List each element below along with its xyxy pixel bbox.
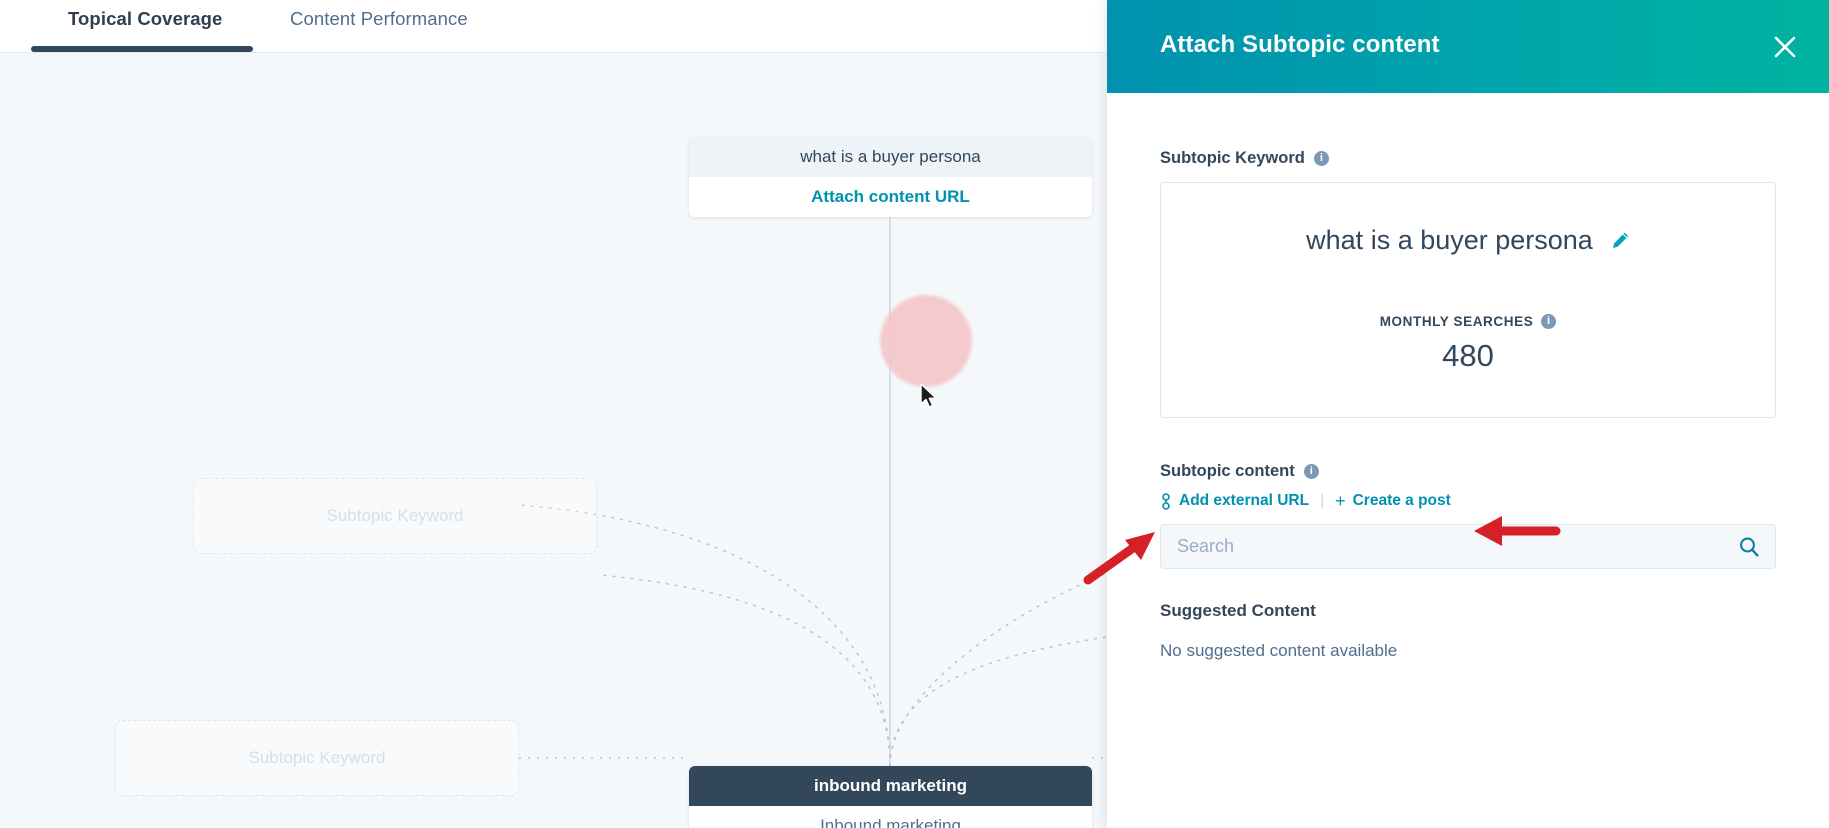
placeholder-label: Subtopic Keyword xyxy=(326,506,464,525)
info-icon[interactable]: i xyxy=(1313,151,1329,166)
monthly-searches-value: 480 xyxy=(1442,338,1494,373)
plus-icon: + xyxy=(1335,491,1346,511)
tab-content-performance[interactable]: Content Performance xyxy=(290,8,468,30)
node-what-is-a-buyer-persona[interactable]: what is a buyer persona Attach content U… xyxy=(689,137,1092,217)
suggested-content-empty-message: No suggested content available xyxy=(1160,641,1398,660)
panel-title: Attach Subtopic content xyxy=(1160,31,1440,58)
screen: Topical Coverage Content Performance wha… xyxy=(0,0,1829,828)
close-icon[interactable] xyxy=(1766,28,1804,66)
create-a-post-button[interactable]: + Create a post xyxy=(1335,492,1451,510)
search-input[interactable] xyxy=(1177,525,1737,568)
search-icon[interactable] xyxy=(1738,536,1760,563)
core-topic-keyword-label: inbound marketing xyxy=(689,766,1092,806)
subtopic-keyword-placeholder[interactable]: Subtopic Keyword xyxy=(115,720,519,796)
link-chain-icon xyxy=(1162,492,1170,510)
attach-subtopic-content-panel: Attach Subtopic content Subtopic Keyword… xyxy=(1107,0,1829,828)
add-external-url-label: Add external URL xyxy=(1179,492,1310,509)
active-tab-indicator xyxy=(31,46,253,52)
attach-content-url-link[interactable]: Attach content URL xyxy=(689,177,1092,217)
tab-bar: Topical Coverage Content Performance xyxy=(0,0,1107,53)
node-keyword-label: what is a buyer persona xyxy=(689,137,1092,177)
suggested-content-title: Suggested Content xyxy=(1160,601,1316,620)
mouse-cursor xyxy=(920,383,937,408)
subtopic-content-label-text: Subtopic content xyxy=(1160,462,1295,480)
subtopic-keyword-label-text: Subtopic Keyword xyxy=(1160,149,1305,167)
subtopic-content-section-label: Subtopic content i xyxy=(1160,462,1776,481)
core-topic-content-title: Inbound marketing xyxy=(689,806,1092,828)
subtopic-keyword-card: what is a buyer persona MONTHLY SEARCHES… xyxy=(1160,182,1776,418)
keyword-row: what is a buyer persona xyxy=(1161,183,1775,256)
pencil-edit-icon[interactable] xyxy=(1611,231,1630,250)
subtopic-keyword-placeholder[interactable]: Subtopic Keyword xyxy=(193,478,597,554)
topic-cluster-app-area: Topical Coverage Content Performance wha… xyxy=(0,0,1107,828)
node-inbound-marketing[interactable]: inbound marketing Inbound marketing xyxy=(689,766,1092,828)
action-separator: | xyxy=(1320,492,1325,509)
topic-cluster-canvas[interactable]: what is a buyer persona Attach content U… xyxy=(0,53,1107,828)
monthly-searches-label: MONTHLY SEARCHES i xyxy=(1161,314,1775,329)
subtopic-content-actions: Add external URL | + Create a post xyxy=(1160,492,1776,510)
click-indicator xyxy=(880,295,972,387)
info-icon[interactable]: i xyxy=(1541,314,1557,329)
create-a-post-label: Create a post xyxy=(1352,492,1451,509)
tab-topical-coverage[interactable]: Topical Coverage xyxy=(68,8,222,30)
add-external-url-button[interactable]: Add external URL xyxy=(1160,492,1309,510)
info-icon[interactable]: i xyxy=(1303,464,1319,479)
subtopic-keyword-section-label: Subtopic Keyword i xyxy=(1160,149,1776,168)
panel-body: Subtopic Keyword i what is a buyer perso… xyxy=(1107,149,1829,661)
panel-header: Attach Subtopic content xyxy=(1107,0,1829,93)
content-search-box[interactable] xyxy=(1160,524,1776,569)
placeholder-label: Subtopic Keyword xyxy=(248,748,386,767)
monthly-searches-label-text: MONTHLY SEARCHES xyxy=(1379,314,1534,329)
keyword-value: what is a buyer persona xyxy=(1306,225,1593,255)
